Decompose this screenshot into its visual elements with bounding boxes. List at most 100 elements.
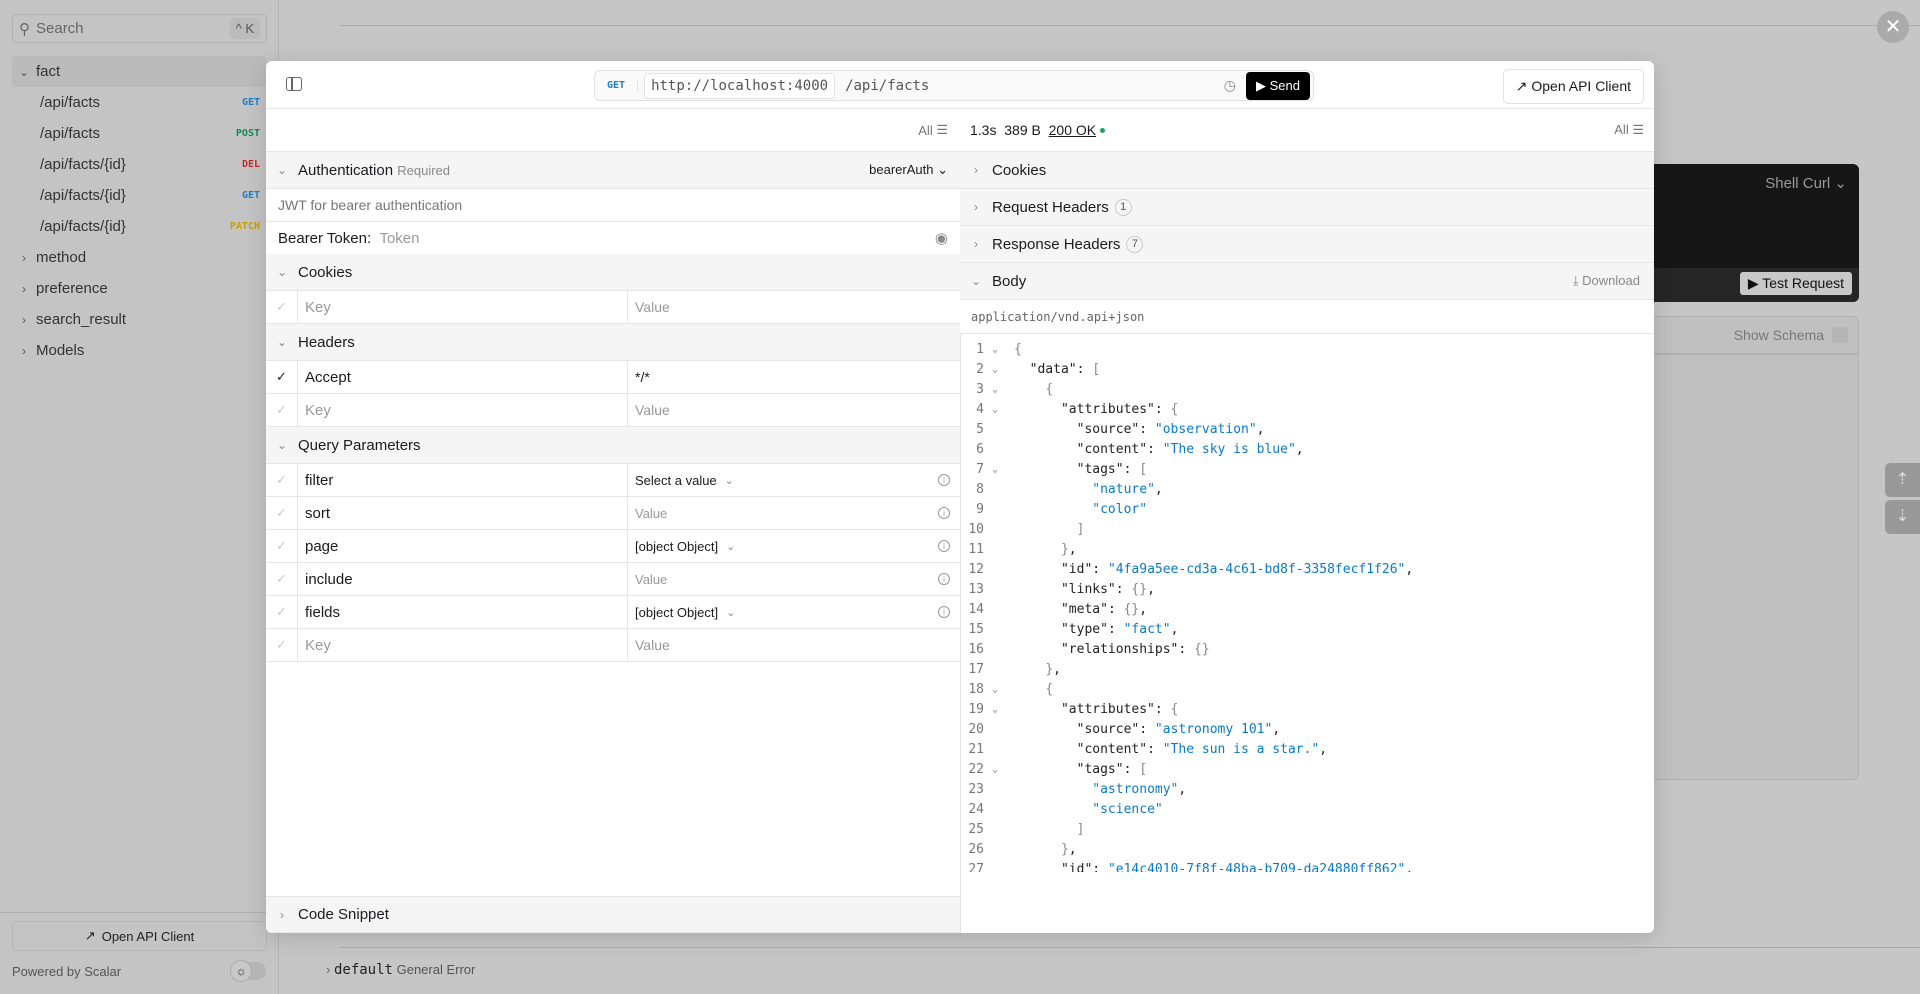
fold-chevron-icon[interactable]: ⌄ — [984, 464, 1006, 475]
enable-checkbox[interactable]: ✓ — [266, 291, 298, 323]
info-icon[interactable]: i — [938, 540, 950, 552]
key-input[interactable]: include — [298, 563, 628, 595]
fold-chevron-icon[interactable]: ⌄ — [984, 384, 1006, 395]
open-api-client-button[interactable]: ↗ Open API Client — [12, 921, 267, 951]
enable-checkbox[interactable]: ✓ — [266, 530, 298, 562]
scroll-top-button[interactable]: ⇡ — [1885, 463, 1920, 497]
query-section-header[interactable]: ⌄ Query Parameters — [266, 427, 960, 464]
response-section-response-headers[interactable]: › Response Headers 7 — [960, 226, 1654, 263]
code-text: "links": {}, — [1060, 581, 1155, 597]
history-icon[interactable]: ◷ — [1224, 77, 1236, 94]
method-select[interactable]: GET — [595, 80, 639, 91]
key-input[interactable]: fields — [298, 596, 628, 628]
code-text: }, — [1060, 541, 1077, 557]
fold-chevron-icon[interactable]: ⌄ — [984, 364, 1006, 375]
sidebar-item[interactable]: /api/facts/{id} GET — [12, 180, 266, 211]
fold-chevron-icon[interactable]: ⌄ — [984, 764, 1006, 775]
code-line: 7 ⌄ "tags": [ — [960, 459, 1654, 479]
code-snippet-header[interactable]: › Code Snippet — [266, 896, 960, 933]
sidebar-group-method[interactable]: › method — [12, 242, 266, 273]
chevron-down-icon: ⌄ — [724, 474, 734, 487]
code-text: "type": "fact", — [1060, 621, 1179, 637]
send-button[interactable]: ▶ Send — [1246, 71, 1310, 100]
value-input[interactable]: Value — [628, 629, 960, 661]
sidebar-item[interactable]: /api/facts POST — [12, 118, 266, 149]
download-button[interactable]: ⤓ Download — [1573, 273, 1640, 289]
open-api-client-button[interactable]: ↗ Open API Client — [1502, 69, 1644, 104]
value-input[interactable]: Value — [628, 291, 960, 323]
headers-section-header[interactable]: ⌄ Headers — [266, 324, 960, 361]
fold-chevron-icon[interactable]: ⌄ — [984, 344, 1006, 355]
query-row: ✓ Key Value — [266, 629, 960, 662]
info-icon[interactable]: i — [938, 507, 950, 519]
enable-checkbox[interactable]: ✓ — [266, 563, 298, 595]
key-input[interactable]: Key — [298, 291, 628, 323]
code-line: 11 }, — [960, 539, 1654, 559]
sidebar-group-Models[interactable]: › Models — [12, 335, 266, 366]
info-icon[interactable]: i — [938, 573, 950, 585]
value-select[interactable]: [object Object] ⌄ i — [628, 530, 960, 562]
fold-chevron-icon[interactable]: ⌄ — [984, 704, 1006, 715]
search-input[interactable]: ⚲ Search ^ K — [12, 14, 267, 43]
value-input[interactable]: */* — [628, 361, 960, 393]
code-text: { — [1014, 341, 1022, 357]
fold-chevron-icon[interactable]: ⌄ — [984, 404, 1006, 415]
sidebar-item[interactable]: /api/facts/{id} PATCH — [12, 211, 266, 242]
test-request-button[interactable]: ▶ Test Request — [1739, 272, 1852, 295]
body-section-header[interactable]: ⌄ Body ⤓ Download — [960, 263, 1654, 300]
close-modal-button[interactable]: ✕ — [1877, 11, 1909, 43]
eye-icon[interactable]: ◉ — [935, 229, 948, 247]
response-default[interactable]: › default General Error — [326, 962, 475, 978]
auth-section-header[interactable]: ⌄ Authentication Required bearerAuth ⌄ — [266, 152, 960, 189]
enable-checkbox[interactable]: ✓ — [266, 394, 298, 426]
response-filter[interactable]: All ☰ — [1614, 122, 1644, 138]
code-line: 16 "relationships": {} — [960, 639, 1654, 659]
show-schema-checkbox[interactable] — [1832, 327, 1848, 343]
content-type: application/vnd.api+json — [960, 300, 1654, 334]
fold-chevron-icon[interactable]: ⌄ — [984, 684, 1006, 695]
enable-checkbox[interactable]: ✓ — [266, 497, 298, 529]
bearer-token-field[interactable]: Bearer Token: Token ◉ — [266, 222, 960, 255]
value-input[interactable]: Value i — [628, 497, 960, 529]
code-text: ] — [1076, 821, 1085, 837]
request-filter[interactable]: All ☰ — [266, 109, 960, 152]
sidebar-group-fact[interactable]: ⌄ fact — [12, 56, 266, 87]
sidebar-group-preference[interactable]: › preference — [12, 273, 266, 304]
sidebar-item[interactable]: /api/facts GET — [12, 87, 266, 118]
cookies-section-header[interactable]: ⌄ Cookies — [266, 254, 960, 291]
theme-toggle[interactable]: ☼ — [230, 960, 266, 982]
enable-checkbox[interactable]: ✓ — [266, 464, 298, 496]
sidebar-item[interactable]: /api/facts/{id} DEL — [12, 149, 266, 180]
response-section-request-headers[interactable]: › Request Headers 1 — [960, 189, 1654, 226]
scroll-bottom-button[interactable]: ⇣ — [1885, 500, 1920, 534]
language-select[interactable]: Shell Curl ⌄ — [1765, 174, 1847, 192]
toggle-sidebar-icon[interactable] — [286, 77, 302, 91]
enable-checkbox[interactable]: ✓ — [266, 361, 298, 393]
key-input[interactable]: sort — [298, 497, 628, 529]
status-code[interactable]: 200 OK — [1049, 122, 1096, 138]
value-select[interactable]: Select a value ⌄ i — [628, 464, 960, 496]
key-input[interactable]: page — [298, 530, 628, 562]
enable-checkbox[interactable]: ✓ — [266, 629, 298, 661]
info-icon[interactable]: i — [938, 474, 950, 486]
value-input[interactable]: Value — [628, 394, 960, 426]
key-input[interactable]: Accept — [298, 361, 628, 393]
path-input[interactable]: /api/facts — [845, 78, 929, 94]
info-icon[interactable]: i — [938, 606, 950, 618]
response-section-cookies[interactable]: › Cookies — [960, 152, 1654, 189]
key-input[interactable]: filter — [298, 464, 628, 496]
key-input[interactable]: Key — [298, 629, 628, 661]
key-input[interactable]: Key — [298, 394, 628, 426]
code-line: 18 ⌄ { — [960, 679, 1654, 699]
value-select[interactable]: [object Object] ⌄ i — [628, 596, 960, 628]
sidebar-group-search_result[interactable]: › search_result — [12, 304, 266, 335]
enable-checkbox[interactable]: ✓ — [266, 596, 298, 628]
auth-scheme-select[interactable]: bearerAuth ⌄ — [869, 162, 948, 178]
response-body-code[interactable]: 1 ⌄{2 ⌄ "data": [3 ⌄ {4 ⌄ "attributes": {5 "… — [960, 334, 1654, 873]
code-line: 12 "id": "4fa9a5ee-cd3a-4c61-bd8f-3358fe… — [960, 559, 1654, 579]
value-input[interactable]: Value i — [628, 563, 960, 595]
base-url[interactable]: http://localhost:4000 — [644, 72, 836, 99]
code-line: 24 "science" — [960, 799, 1654, 819]
chevron-right-icon: › — [974, 200, 978, 214]
status-dot — [1100, 127, 1105, 133]
